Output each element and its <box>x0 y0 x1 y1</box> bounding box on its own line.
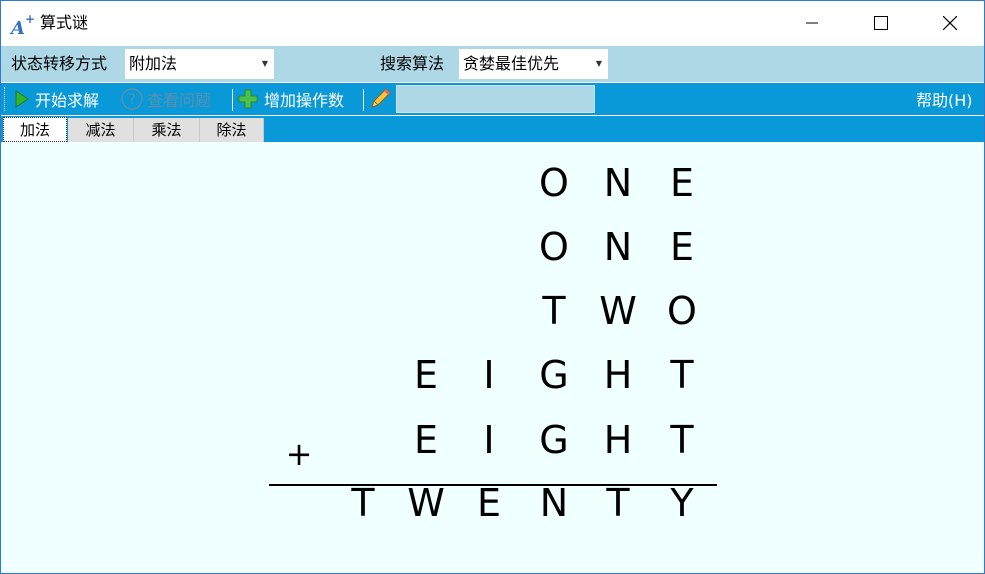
start-label: 开始求解 <box>35 91 100 110</box>
transfer-select-value: 附加法 <box>129 54 178 73</box>
puzzle-letter: G <box>539 418 569 462</box>
transfer-select[interactable]: 附加法 ▼ <box>125 49 274 79</box>
view-label: 查看问题 <box>147 91 212 110</box>
maximize-button[interactable] <box>858 1 904 45</box>
puzzle-letter: N <box>603 225 633 269</box>
minimize-button[interactable] <box>789 1 835 45</box>
puzzle-letter: T <box>606 481 630 525</box>
puzzle-letter: O <box>539 225 569 269</box>
view-button[interactable]: ? 查看问题 <box>121 83 211 115</box>
close-button[interactable] <box>927 1 973 45</box>
puzzle-letter: E <box>669 225 694 269</box>
add-operand-label: 增加操作数 <box>264 91 345 110</box>
puzzle-letter: I <box>483 418 495 462</box>
puzzle-letter: H <box>603 418 633 462</box>
plus-operator: + <box>285 435 313 473</box>
puzzle-letter: O <box>667 289 697 333</box>
puzzle-letter: W <box>599 289 637 333</box>
svg-text:?: ? <box>128 92 135 108</box>
puzzle-letter: T <box>351 481 375 525</box>
puzzle-letter: I <box>483 353 495 397</box>
operation-tabs: 加法 减法 乘法 除法 <box>1 116 984 142</box>
puzzle-letter: E <box>669 161 694 205</box>
operand-input[interactable] <box>396 85 595 113</box>
pencil-icon <box>371 88 391 108</box>
puzzle-letter: T <box>670 353 694 397</box>
help-label: 帮助(H) <box>916 91 973 110</box>
puzzle-letter: T <box>542 289 566 333</box>
pencil-button[interactable] <box>368 83 392 115</box>
puzzle-letter: N <box>539 481 569 525</box>
play-icon <box>15 90 29 108</box>
start-button[interactable]: 开始求解 <box>15 83 99 115</box>
puzzle-letter: Y <box>670 481 694 525</box>
close-icon <box>943 16 957 30</box>
dropdown-arrow-icon: ▼ <box>261 59 268 68</box>
title-bar: A+ 算式谜 <box>1 1 984 45</box>
minimize-icon <box>806 22 818 24</box>
plus-icon <box>238 89 258 109</box>
search-select[interactable]: 贪婪最佳优先 ▼ <box>459 49 608 79</box>
window-title: 算式谜 <box>40 13 89 32</box>
tab-division[interactable]: 除法 <box>200 118 264 142</box>
help-circle-icon: ? <box>121 88 143 110</box>
tab-subtraction[interactable]: 减法 <box>68 118 134 142</box>
toolbar-separator <box>363 89 364 111</box>
tab-multiplication[interactable]: 乘法 <box>134 118 200 142</box>
help-menu[interactable]: 帮助(H) <box>916 83 973 115</box>
dropdown-arrow-icon: ▼ <box>595 59 602 68</box>
a-plus-icon: A+ <box>11 12 36 39</box>
puzzle-letter: E <box>476 481 501 525</box>
toolbar-separator <box>232 89 233 111</box>
puzzle-letter: T <box>670 418 694 462</box>
search-label: 搜索算法 <box>380 54 445 73</box>
puzzle-letter: H <box>603 353 633 397</box>
options-bar: 状态转移方式 附加法 ▼ 搜索算法 贪婪最佳优先 ▼ <box>1 46 984 82</box>
puzzle-canvas: + ONEONETWOEIGHTEIGHTTWENTY <box>1 142 984 573</box>
search-select-value: 贪婪最佳优先 <box>463 54 560 73</box>
puzzle-letter: O <box>539 161 569 205</box>
toolbar-grip[interactable] <box>4 87 8 111</box>
maximize-icon <box>874 16 888 30</box>
puzzle-letter: N <box>603 161 633 205</box>
puzzle-letter: G <box>539 353 569 397</box>
puzzle-letter: E <box>413 418 438 462</box>
tab-addition[interactable]: 加法 <box>3 117 67 142</box>
puzzle-letter: W <box>407 481 445 525</box>
transfer-label: 状态转移方式 <box>11 54 108 73</box>
add-operand-button[interactable]: 增加操作数 <box>238 83 344 115</box>
app-window: A+ 算式谜 状态转移方式 附加法 ▼ 搜索算法 贪婪最佳优先 ▼ 开始求解 ? <box>0 0 985 574</box>
toolbar: 开始求解 ? 查看问题 增加操作数 帮助(H) <box>1 83 984 115</box>
puzzle-letter: E <box>413 353 438 397</box>
